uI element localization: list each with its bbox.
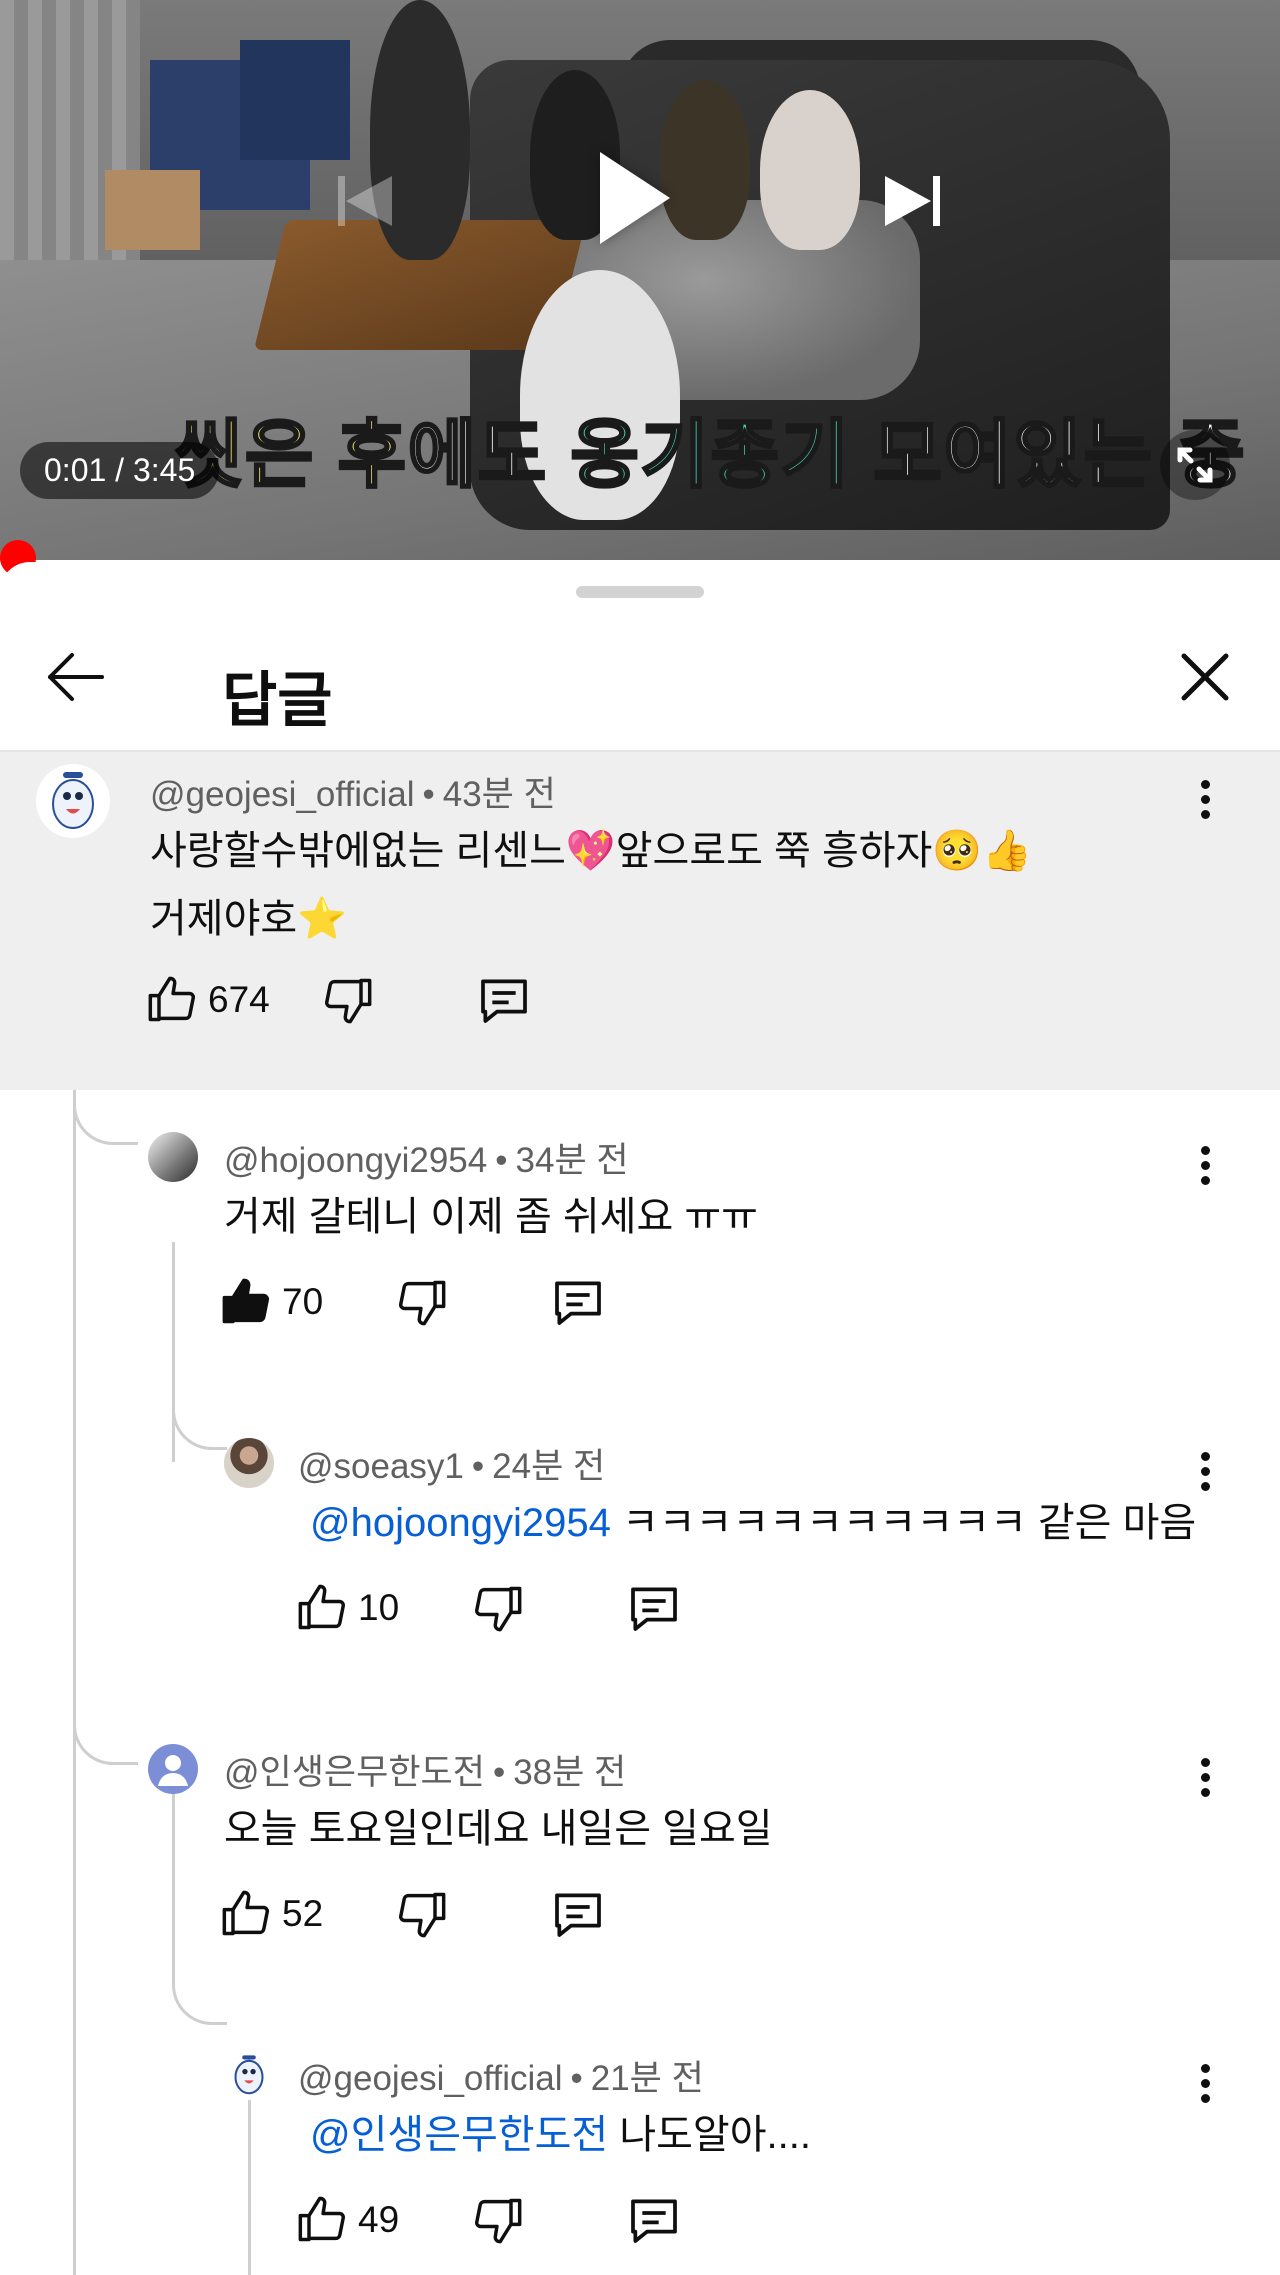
like-button[interactable]: 10 <box>296 1578 399 1638</box>
next-icon[interactable] <box>885 176 945 226</box>
comment-text: 오늘 토요일인데요 내일은 일요일 <box>224 1807 773 1851</box>
like-icon <box>298 2196 346 2242</box>
reply-icon <box>481 979 527 1023</box>
fullscreen-icon[interactable] <box>1160 430 1230 500</box>
comment-reply: @hojoongyi2954 • 34분 전 거제 갈테니 이제 좀 쉬세요 ㅠㅠ … <box>0 1122 1280 1422</box>
dislike-button[interactable] <box>322 970 374 1030</box>
meta-separator: • <box>495 1141 508 1180</box>
subtitle-part: 후 <box>336 412 408 498</box>
comment-text: @hojoongyi2954 ㅋㅋㅋㅋㅋㅋㅋㅋㅋㅋㅋ 같은 마음 <box>310 1490 1196 1548</box>
comment-text: @인생은무한도전 나도알아.... <box>310 2102 811 2160</box>
play-icon[interactable] <box>600 152 670 244</box>
mention-link[interactable]: @인생은무한도전 <box>310 2113 608 2157</box>
video-player[interactable]: 씻은 후에도 옹기종기 모여있는 중 0:01 / 3:45 <box>0 0 1280 560</box>
back-arrow-icon[interactable] <box>40 642 110 712</box>
dislike-icon <box>474 2198 522 2244</box>
meta-separator: • <box>471 1447 485 1486</box>
reply-button[interactable] <box>626 1578 682 1638</box>
reply-icon <box>631 2199 677 2243</box>
avatar[interactable] <box>148 1744 198 1794</box>
like-icon <box>148 976 196 1022</box>
reply-icon <box>631 1587 677 1631</box>
mention-link[interactable]: @hojoongyi2954 <box>310 1501 611 1545</box>
comment-reply: @soeasy1 • 24분 전 @hojoongyi2954 ㅋㅋㅋㅋㅋㅋㅋㅋㅋㅋ… <box>0 1428 1280 1728</box>
meta-separator: • <box>492 1753 506 1792</box>
comment-text-body: ㅋㅋㅋㅋㅋㅋㅋㅋㅋㅋㅋ 같은 마음 <box>610 1501 1197 1545</box>
meta-separator: • <box>570 2059 583 2098</box>
comment-text: 거제 갈테니 이제 좀 쉬세요 ㅠㅠ <box>224 1195 758 1239</box>
reply-button[interactable] <box>550 1884 606 1944</box>
close-icon[interactable] <box>1170 642 1240 712</box>
comment-time: 43분 전 <box>442 775 556 814</box>
comment-time: 34분 전 <box>515 1141 629 1180</box>
dislike-icon <box>398 1892 446 1938</box>
more-vert-icon[interactable] <box>1185 1140 1225 1200</box>
dislike-button[interactable] <box>396 1272 448 1332</box>
more-vert-icon[interactable] <box>1185 2058 1225 2118</box>
comment-author[interactable]: @geojesi_official <box>298 2059 562 2098</box>
avatar[interactable] <box>224 2050 274 2100</box>
dislike-icon <box>398 1280 446 1326</box>
comment-parent: @geojesi_official • 43분 전 사랑할수밖에없는 리센느💖앞으로… <box>0 752 1280 1090</box>
comment-meta: @geojesi_official • 21분 전 <box>298 2050 704 2101</box>
avatar[interactable] <box>224 1438 274 1488</box>
reply-icon <box>555 1281 601 1325</box>
comment-time: 38분 전 <box>513 1753 627 1792</box>
replies-sheet: 답글 @geojesi_official • 43분 전 사랑할수밖에없는 리센느💖… <box>0 562 1280 2275</box>
like-icon <box>222 1278 270 1324</box>
dislike-icon <box>474 1586 522 1632</box>
reply-icon <box>555 1893 601 1937</box>
comment-author[interactable]: @geojesi_official <box>150 775 414 814</box>
drag-handle[interactable] <box>576 586 704 598</box>
comment-meta: @hojoongyi2954 • 34분 전 <box>224 1132 629 1183</box>
like-icon <box>222 1890 270 1936</box>
like-count: 70 <box>282 1281 324 1322</box>
like-button[interactable]: 70 <box>220 1272 323 1332</box>
subtitle-part: 옹기종기 <box>569 412 851 498</box>
meta-separator: • <box>422 775 435 814</box>
like-count: 10 <box>358 1587 400 1628</box>
subtitle-part: 에도 <box>406 412 571 498</box>
dislike-button[interactable] <box>472 2190 524 2250</box>
more-vert-icon[interactable] <box>1185 774 1225 834</box>
comment-text-line: 거제야호⭐ <box>150 897 348 941</box>
like-count: 52 <box>282 1893 324 1934</box>
more-vert-icon[interactable] <box>1185 1752 1225 1812</box>
comment-reply: @인생은무한도전 • 38분 전 오늘 토요일인데요 내일은 일요일 52 <box>0 1734 1280 2034</box>
dislike-icon <box>324 978 372 1024</box>
like-button[interactable]: 674 <box>146 970 270 1030</box>
sheet-header: 답글 <box>0 602 1280 752</box>
comment-reply: @geojesi_official • 21분 전 @인생은무한도전 나도알아...… <box>0 2040 1280 2275</box>
like-button[interactable]: 49 <box>296 2190 399 2250</box>
dislike-button[interactable] <box>396 1884 448 1944</box>
video-scene-person <box>660 80 750 240</box>
video-scene-box <box>105 170 200 250</box>
reply-button[interactable] <box>626 2190 682 2250</box>
like-count: 674 <box>208 979 270 1020</box>
comment-time: 24분 전 <box>492 1447 606 1486</box>
comment-author[interactable]: @인생은무한도전 <box>224 1753 485 1792</box>
comment-text-body: 나도알아.... <box>608 2113 811 2157</box>
like-count: 49 <box>358 2199 400 2240</box>
video-scene-box <box>240 40 350 160</box>
comment-author[interactable]: @soeasy1 <box>298 1447 464 1486</box>
comment-meta: @인생은무한도전 • 38분 전 <box>224 1744 626 1795</box>
previous-icon[interactable] <box>338 176 398 226</box>
video-time: 0:01 / 3:45 <box>20 442 220 499</box>
like-icon <box>298 1584 346 1630</box>
dislike-button[interactable] <box>472 1578 524 1638</box>
avatar[interactable] <box>36 764 110 838</box>
like-button[interactable]: 52 <box>220 1884 323 1944</box>
avatar[interactable] <box>148 1132 198 1182</box>
comment-meta: @geojesi_official • 43분 전 <box>150 766 556 817</box>
reply-button[interactable] <box>476 970 532 1030</box>
comment-text-line: 사랑할수밖에없는 리센느💖앞으로도 쭉 흥하자🥺👍 <box>150 829 1032 873</box>
reply-button[interactable] <box>550 1272 606 1332</box>
video-subtitle: 씻은 후에도 옹기종기 모여있는 중 <box>174 395 1246 502</box>
sheet-title: 답글 <box>222 667 333 734</box>
comment-time: 21분 전 <box>590 2059 704 2098</box>
comment-author[interactable]: @hojoongyi2954 <box>224 1141 487 1180</box>
video-scene-person <box>760 90 860 250</box>
comment-meta: @soeasy1 • 24분 전 <box>298 1438 605 1489</box>
